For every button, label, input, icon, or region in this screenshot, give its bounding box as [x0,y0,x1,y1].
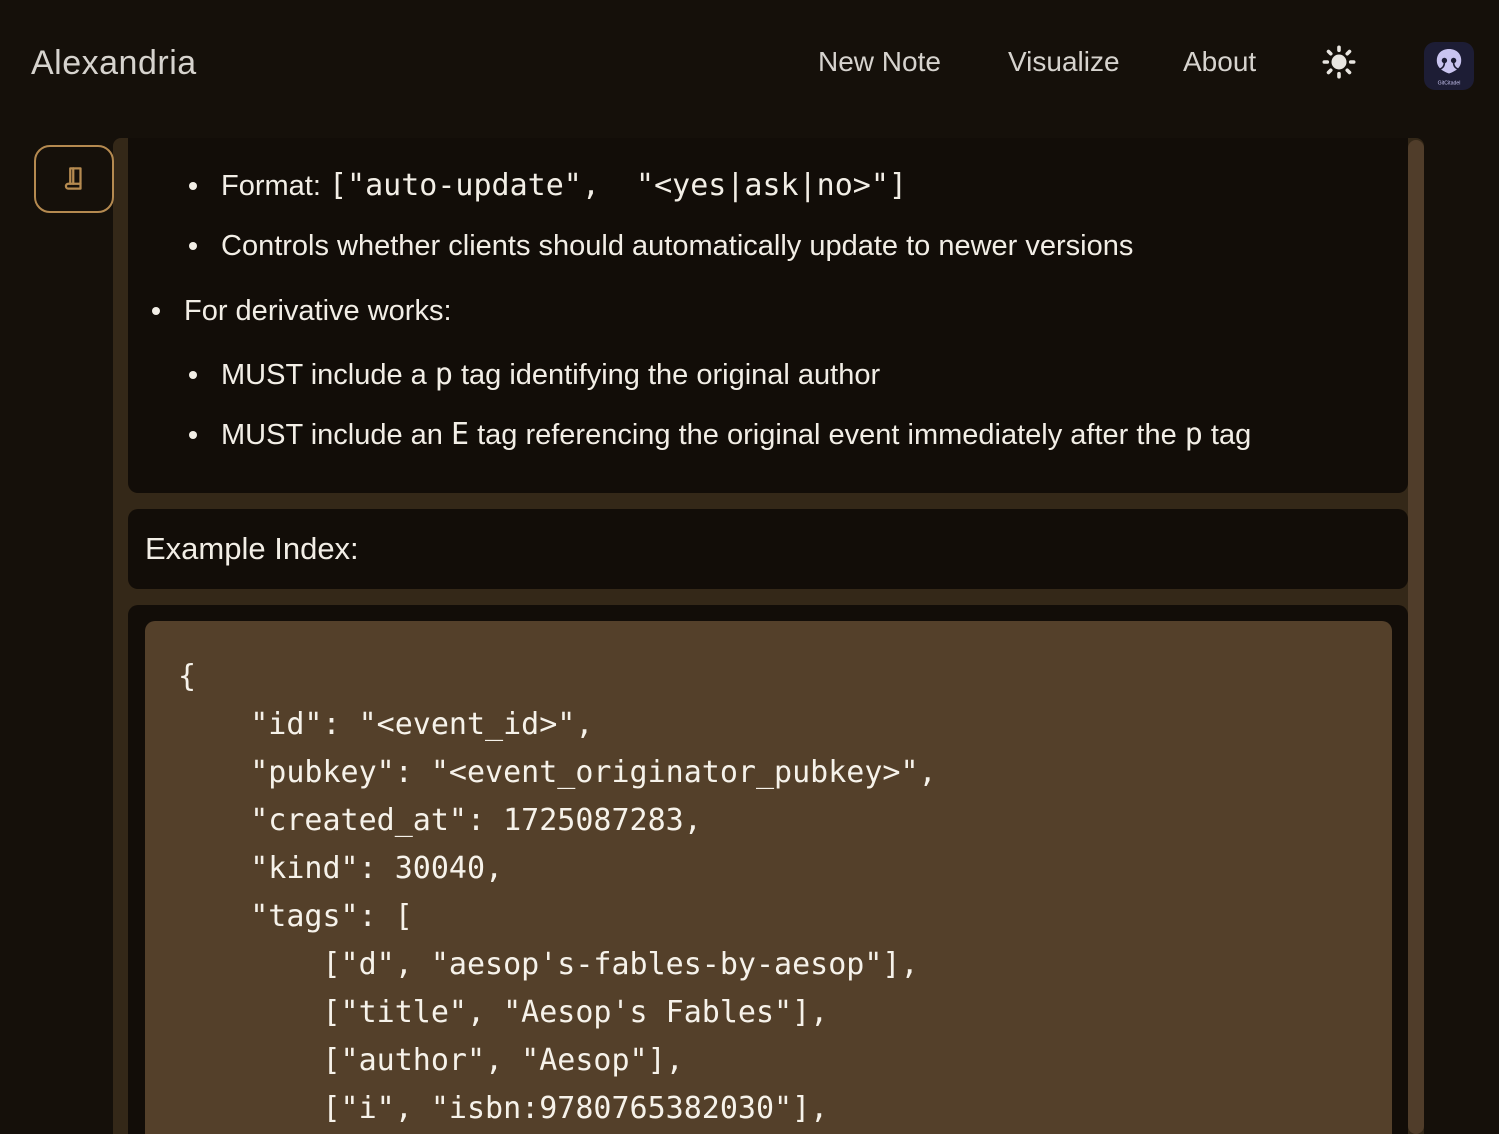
doc-bullets-card: Format: ["auto-update", "<yes|ask|no>"] … [128,138,1408,493]
content-scroll-area: Format: ["auto-update", "<yes|ask|no>"] … [113,138,1424,1134]
code-line: ["i", "isbn:9780765382030"], [178,1085,1392,1133]
example-index-heading: Example Index: [145,531,359,567]
sun-icon [1321,44,1357,80]
code-line: "tags": [ [178,893,1392,941]
bullet-must-p-tag: MUST include a p tag identifying the ori… [189,355,880,395]
gitcitadel-logo[interactable]: GitCitadel [1424,42,1474,90]
bullet-text: MUST include an E tag referencing the or… [221,415,1251,455]
bullet-text: Format: ["auto-update", "<yes|ask|no>"] [221,166,907,206]
code-line: ["title", "Aesop's Fables"], [178,989,1392,1037]
theme-toggle-button[interactable] [1321,44,1357,80]
gitcitadel-shield-icon: GitCitadel [1424,42,1474,90]
bullet-dot [189,371,197,379]
inline-code: E [451,417,469,452]
code-line: "pubkey": "<event_originator_pubkey>", [178,749,1392,797]
bullet-text: For derivative works: [184,291,452,331]
bullet-text: MUST include a p tag identifying the ori… [221,355,880,395]
code-line: "kind": 30040, [178,845,1392,893]
scrollbar-thumb[interactable] [1408,140,1424,1134]
bullet-dot [189,182,197,190]
bullet-derivative-works: For derivative works: [152,291,452,331]
inline-code: p [435,357,453,392]
inline-code: p [1185,417,1203,452]
code-line: ["d", "aesop's-fables-by-aesop"], [178,941,1392,989]
bullet-dot [189,431,197,439]
top-bar: Alexandria New Note Visualize About [0,0,1499,120]
code-line: "created_at": 1725087283, [178,797,1392,845]
app-title: Alexandria [31,44,197,83]
nav-new-note[interactable]: New Note [818,46,941,78]
bullet-must-e-tag: MUST include an E tag referencing the or… [189,415,1251,455]
bullet-text: Controls whether clients should automati… [221,226,1133,266]
sidebar-toggle-button[interactable] [34,145,114,213]
bullet-dot [152,307,160,315]
inline-code: ["auto-update", "<yes|ask|no>"] [329,168,907,203]
bullet-format: Format: ["auto-update", "<yes|ask|no>"] [189,166,907,206]
bullet-controls: Controls whether clients should automati… [189,226,1133,266]
code-line: "id": "<event_id>", [178,701,1392,749]
svg-text:GitCitadel: GitCitadel [1438,81,1461,87]
nav-about[interactable]: About [1183,46,1256,78]
bullet-dot [189,242,197,250]
code-line: { [178,653,1392,701]
nav-visualize[interactable]: Visualize [1008,46,1120,78]
json-code-block: { "id": "<event_id>", "pubkey": "<event_… [145,621,1392,1134]
example-heading-card: Example Index: [128,509,1408,589]
code-line: ["author", "Aesop"], [178,1037,1392,1085]
code-example-card: { "id": "<event_id>", "pubkey": "<event_… [128,605,1408,1134]
book-icon [59,164,89,194]
